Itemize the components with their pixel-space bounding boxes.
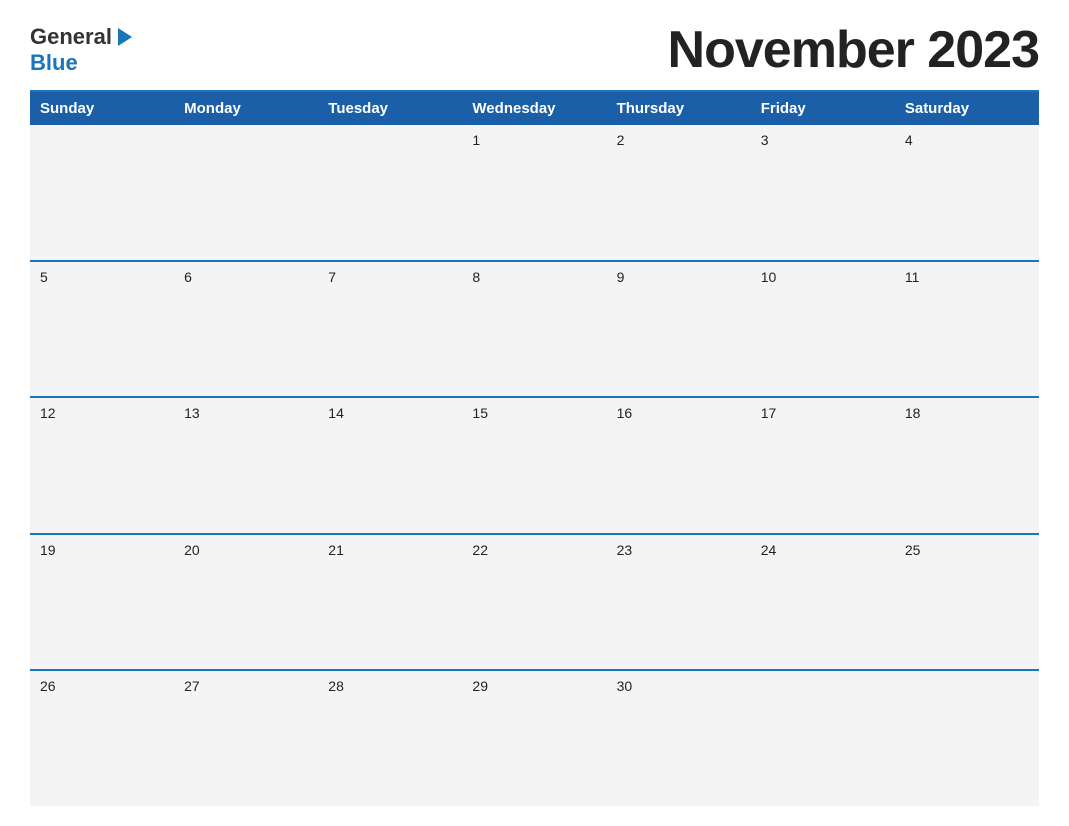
day-num-1: 1 <box>472 131 596 151</box>
day-headers: Sunday Monday Tuesday Wednesday Thursday… <box>30 92 1039 125</box>
day-cell-empty-4-5 <box>751 671 895 806</box>
day-num-8: 8 <box>472 268 596 288</box>
day-header-sunday: Sunday <box>30 92 174 125</box>
day-num-6: 6 <box>184 268 308 288</box>
week-row-2: 5678 9 10 11 <box>30 260 1039 397</box>
day-cell-empty-0-2 <box>318 125 462 260</box>
day-num-7: 7 <box>328 268 452 288</box>
day-num-23: 23 <box>617 541 741 561</box>
day-header-saturday: Saturday <box>895 92 1039 125</box>
day-header-tuesday: Tuesday <box>318 92 462 125</box>
day-cell-18: 18 <box>895 398 1039 533</box>
day-header-monday: Monday <box>174 92 318 125</box>
day-num-18: 18 <box>905 404 1029 424</box>
day-num-25: 25 <box>905 541 1029 561</box>
day-cell-25: 25 <box>895 535 1039 670</box>
day-cell-empty-4-6 <box>895 671 1039 806</box>
day-cell-29: 29 <box>462 671 606 806</box>
weeks: 1234567891011121314151617181920212223242… <box>30 125 1039 806</box>
day-num-16: 16 <box>617 404 741 424</box>
day-cell-20: 20 <box>174 535 318 670</box>
day-num-30: 30 <box>617 677 741 697</box>
day-cell-24: 24 <box>751 535 895 670</box>
day-cell-8: 8 <box>462 262 606 397</box>
day-num-10: 10 <box>761 268 885 288</box>
day-cell-16: 16 <box>607 398 751 533</box>
day-num-22: 22 <box>472 541 596 561</box>
day-num-14: 14 <box>328 404 452 424</box>
day-cell-9: 9 <box>607 262 751 397</box>
day-num-19: 19 <box>40 541 164 561</box>
header: General Blue November 2023 <box>30 20 1039 80</box>
day-num-3: 3 <box>761 131 885 151</box>
day-cell-empty-0-1 <box>174 125 318 260</box>
day-cell-17: 17 <box>751 398 895 533</box>
month-title: November 2023 <box>668 20 1039 80</box>
day-num-29: 29 <box>472 677 596 697</box>
day-cell-21: 21 <box>318 535 462 670</box>
day-header-friday: Friday <box>751 92 895 125</box>
day-cell-30: 30 <box>607 671 751 806</box>
day-num-11: 11 <box>905 268 1029 288</box>
day-num-28: 28 <box>328 677 452 697</box>
day-cell-15: 15 <box>462 398 606 533</box>
day-num-2: 2 <box>617 131 741 151</box>
day-cell-22: 22 <box>462 535 606 670</box>
logo-blue-text: Blue <box>30 50 78 76</box>
day-num-4: 4 <box>905 131 1029 151</box>
day-num-13: 13 <box>184 404 308 424</box>
day-cell-7: 7 <box>318 262 462 397</box>
day-num-15: 15 <box>472 404 596 424</box>
logo: General Blue <box>30 24 132 76</box>
day-num-21: 21 <box>328 541 452 561</box>
day-cell-1: 1 <box>462 125 606 260</box>
week-row-3: 12 13 14 15 16 17 18 <box>30 396 1039 533</box>
day-num-27: 27 <box>184 677 308 697</box>
week-row-5: 26 27 28 29 30 <box>30 669 1039 806</box>
day-num-12: 12 <box>40 404 164 424</box>
day-header-wednesday: Wednesday <box>462 92 606 125</box>
day-cell-12: 12 <box>30 398 174 533</box>
day-cell-19: 19 <box>30 535 174 670</box>
day-cell-14: 14 <box>318 398 462 533</box>
calendar-page: General Blue November 2023 Sunday Monday… <box>0 0 1069 826</box>
day-num-20: 20 <box>184 541 308 561</box>
logo-general-text: General <box>30 24 112 50</box>
day-num-26: 26 <box>40 677 164 697</box>
day-cell-27: 27 <box>174 671 318 806</box>
day-header-thursday: Thursday <box>607 92 751 125</box>
week-row-1: 1 234 <box>30 125 1039 260</box>
day-cell-empty-0-0 <box>30 125 174 260</box>
logo-text: General <box>30 24 132 50</box>
day-cell-28: 28 <box>318 671 462 806</box>
day-num-9: 9 <box>617 268 741 288</box>
day-cell-11: 11 <box>895 262 1039 397</box>
day-num-17: 17 <box>761 404 885 424</box>
day-cell-13: 13 <box>174 398 318 533</box>
day-cell-2: 2 <box>607 125 751 260</box>
day-num-24: 24 <box>761 541 885 561</box>
day-cell-4: 4 <box>895 125 1039 260</box>
day-cell-3: 3 <box>751 125 895 260</box>
day-cell-6: 6 <box>174 262 318 397</box>
day-cell-23: 23 <box>607 535 751 670</box>
day-num-5: 5 <box>40 268 164 288</box>
day-cell-26: 26 <box>30 671 174 806</box>
week-row-4: 19 20 21 22 23 24 25 <box>30 533 1039 670</box>
day-cell-10: 10 <box>751 262 895 397</box>
calendar: Sunday Monday Tuesday Wednesday Thursday… <box>30 90 1039 806</box>
day-cell-5: 5 <box>30 262 174 397</box>
logo-triangle-icon <box>118 28 132 46</box>
